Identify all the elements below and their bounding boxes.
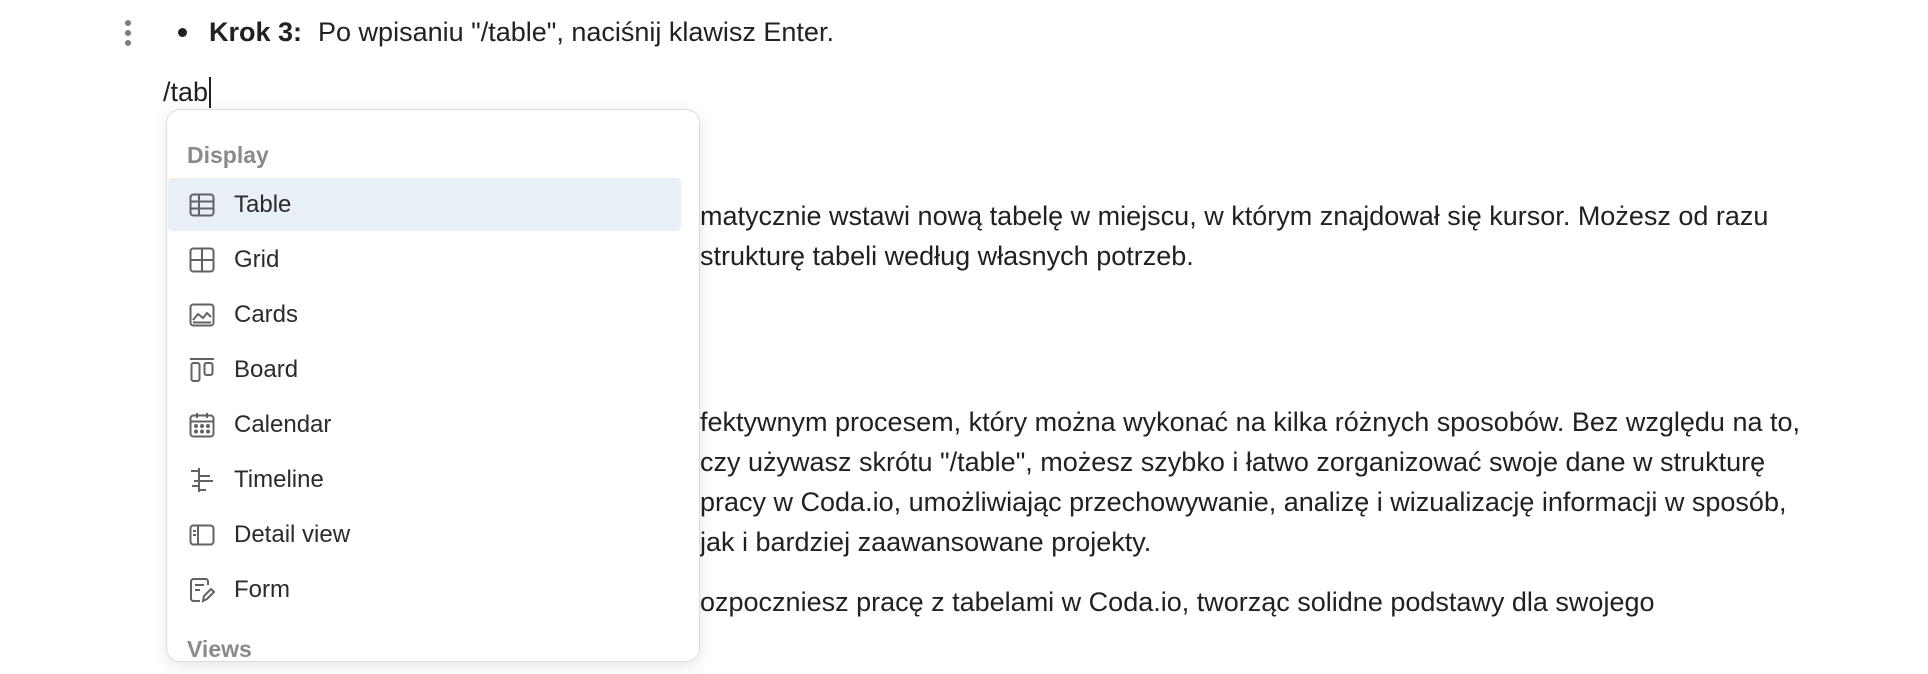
handle-dot (125, 20, 131, 26)
menu-section-views: Views (187, 636, 252, 662)
menu-item-label: Cards (234, 300, 299, 328)
menu-item-timeline[interactable]: Timeline (168, 453, 681, 506)
menu-section-display: Display (187, 142, 269, 168)
board-icon (188, 356, 216, 384)
handle-dot (125, 40, 131, 46)
menu-item-label: Timeline (234, 465, 324, 493)
menu-item-label: Form (234, 575, 290, 603)
handle-dot (125, 30, 131, 36)
text-caret (209, 76, 212, 108)
timeline-icon (188, 466, 216, 494)
table-icon (188, 191, 216, 219)
paragraph-line: strukturę tabeli według własnych potrzeb… (700, 241, 1194, 271)
paragraph-line: matycznie wstawi nową tabelę w miejscu, … (700, 201, 1769, 231)
menu-item-label: Table (234, 190, 292, 218)
menu-item-cards[interactable]: Cards (168, 288, 681, 341)
paragraph-line: czy używasz skrótu "/table", możesz szyb… (700, 447, 1766, 477)
calendar-icon (188, 411, 216, 439)
block-drag-handle[interactable] (118, 18, 138, 48)
paragraph-line: jak i bardziej zaawansowane projekty. (700, 527, 1152, 557)
step-text: Po wpisaniu "/table", naciśnij klawisz E… (318, 16, 834, 47)
bullet-dot (178, 27, 187, 37)
paragraph-line: ozpoczniesz pracę z tabelami w Coda.io, … (700, 587, 1655, 617)
menu-item-label: Detail view (234, 520, 351, 548)
menu-item-grid[interactable]: Grid (168, 233, 681, 286)
menu-item-label: Calendar (234, 410, 332, 438)
form-icon (188, 576, 216, 604)
cards-icon (188, 301, 216, 329)
step-bullet-line: Krok 3: Po wpisaniu "/table", naciśnij k… (178, 14, 834, 50)
paragraph-line: pracy w Coda.io, umożliwiając przechowyw… (700, 487, 1787, 517)
step-label: Krok 3: (209, 16, 303, 47)
menu-item-calendar[interactable]: Calendar (168, 398, 681, 451)
menu-item-label: Grid (234, 245, 280, 273)
menu-item-board[interactable]: Board (168, 343, 681, 396)
menu-item-form[interactable]: Form (168, 563, 681, 616)
menu-item-label: Board (234, 355, 299, 383)
menu-item-detail-view[interactable]: Detail view (168, 508, 681, 561)
menu-item-table[interactable]: Table (168, 178, 681, 231)
detail-view-icon (188, 521, 216, 549)
slash-command-menu: Display Table Grid Cards Board Calendar … (166, 109, 700, 662)
typed-command[interactable]: /tab (163, 77, 208, 108)
paragraph-line: fektywnym procesem, który można wykonać … (700, 407, 1800, 437)
editor-input-line[interactable]: /tab (163, 74, 212, 110)
grid-icon (188, 246, 216, 274)
